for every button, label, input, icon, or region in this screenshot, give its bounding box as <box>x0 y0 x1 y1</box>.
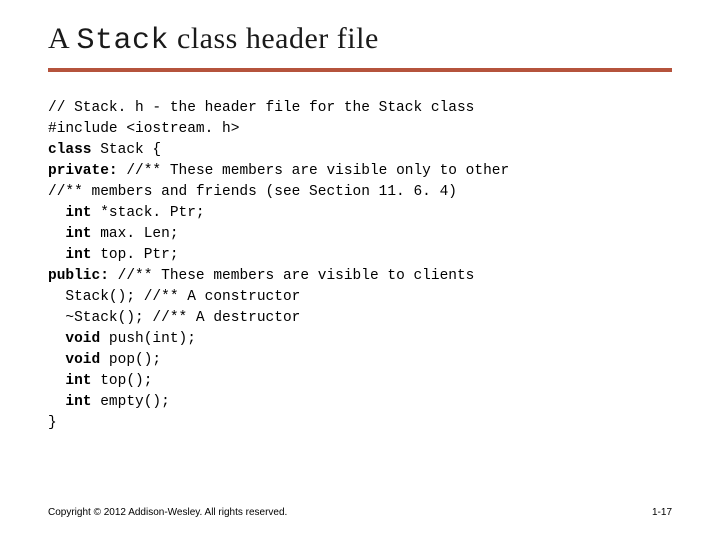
copyright-text: Copyright © 2012 Addison-Wesley. All rig… <box>48 507 287 518</box>
code-line: pop(); <box>100 352 161 368</box>
code-kw: int <box>48 247 92 263</box>
footer: Copyright © 2012 Addison-Wesley. All rig… <box>48 507 672 518</box>
code-kw: void <box>48 352 100 368</box>
slide-title: A Stack class header file <box>48 22 672 58</box>
code-line: top. Ptr; <box>92 247 179 263</box>
code-line: top(); <box>92 373 153 389</box>
title-rule <box>48 68 672 72</box>
code-line: *stack. Ptr; <box>92 205 205 221</box>
code-line: ~Stack(); //** A destructor <box>48 310 300 326</box>
code-kw: int <box>48 394 92 410</box>
code-line: } <box>48 415 57 431</box>
code-line: //** These members are visible to client… <box>109 268 474 284</box>
code-line: #include <iostream. h> <box>48 121 239 137</box>
code-kw: class <box>48 142 92 158</box>
title-suffix: class header file <box>169 22 379 55</box>
page-number: 1-17 <box>652 507 672 518</box>
code-kw: int <box>48 373 92 389</box>
code-line: Stack(); //** A constructor <box>48 289 300 305</box>
code-line: //** members and friends (see Section 11… <box>48 184 457 200</box>
code-line: max. Len; <box>92 226 179 242</box>
code-block: // Stack. h - the header file for the St… <box>48 98 672 434</box>
code-kw: int <box>48 205 92 221</box>
code-line: empty(); <box>92 394 170 410</box>
title-mono: Stack <box>77 24 170 58</box>
code-line: //** These members are visible only to o… <box>118 163 510 179</box>
code-kw: private: <box>48 163 118 179</box>
code-kw: int <box>48 226 92 242</box>
code-kw: void <box>48 331 100 347</box>
slide: A Stack class header file // Stack. h - … <box>0 0 720 540</box>
title-prefix: A <box>48 22 77 55</box>
code-line: push(int); <box>100 331 196 347</box>
code-line: // Stack. h - the header file for the St… <box>48 100 474 116</box>
code-kw: public: <box>48 268 109 284</box>
code-line: Stack { <box>92 142 162 158</box>
